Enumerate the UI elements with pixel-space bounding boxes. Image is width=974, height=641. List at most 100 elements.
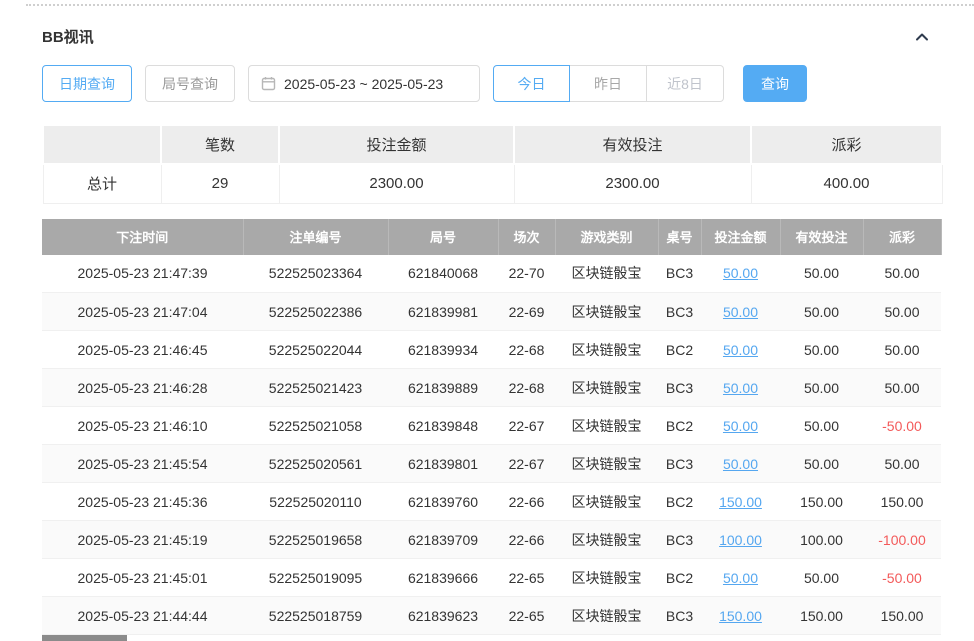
valid-bet: 50.00 [780,331,863,369]
bet-time: 2025-05-23 21:45:01 [42,559,243,597]
game-type: 区块链骰宝 [555,483,658,521]
bet-amount-link[interactable]: 100.00 [719,532,762,548]
last-8-days-button[interactable]: 近8日 [647,65,724,102]
session: 22-70 [498,255,555,293]
summary-header-bet-amount: 投注金额 [279,125,514,164]
yesterday-button[interactable]: 昨日 [570,65,647,102]
table-row: 2025-05-23 21:45:19 522525019658 6218397… [42,521,941,559]
collapse-chevron-icon[interactable] [912,27,932,47]
section-header: BB视讯 [0,6,974,47]
payout-cell: 50.00 [863,255,941,293]
round-id: 621839981 [388,293,498,331]
session: 22-68 [498,369,555,407]
table-row: 2025-05-23 21:45:36 522525020110 6218397… [42,483,941,521]
table-row: 2025-05-23 21:44:44 522525018759 6218396… [42,597,941,635]
bet-amount-link[interactable]: 50.00 [723,304,758,320]
summary-header-count: 笔数 [161,125,279,164]
valid-bet: 50.00 [780,559,863,597]
game-type: 区块链骰宝 [555,331,658,369]
session: 22-66 [498,483,555,521]
round-id: 621839889 [388,369,498,407]
date-range-input[interactable]: 2025-05-23 ~ 2025-05-23 [248,65,480,102]
bet-id: 522525018759 [243,597,388,635]
round-id: 621839666 [388,559,498,597]
bet-amount-link[interactable]: 50.00 [723,380,758,396]
game-type: 区块链骰宝 [555,521,658,559]
round-id: 621839623 [388,597,498,635]
round-query-button[interactable]: 局号查询 [145,65,235,102]
table-row: 2025-05-23 21:47:39 522525023364 6218400… [42,255,941,293]
bet-id: 522525020561 [243,445,388,483]
game-type: 区块链骰宝 [555,369,658,407]
table-row: 2025-05-23 21:45:01 522525019095 6218396… [42,559,941,597]
header-bet-id: 注单编号 [243,219,388,255]
section-title: BB视讯 [42,26,94,47]
header-round-id: 局号 [388,219,498,255]
payout-cell: 150.00 [863,597,941,635]
quick-range-group: 今日 昨日 近8日 [493,65,724,102]
bet-time: 2025-05-23 21:44:44 [42,597,243,635]
round-id: 621839934 [388,331,498,369]
summary-total-payout: 400.00 [751,164,942,203]
header-bet-time: 下注时间 [42,219,243,255]
summary-header-row: 笔数 投注金额 有效投注 派彩 [43,125,942,164]
bet-amount-link[interactable]: 150.00 [719,608,762,624]
bet-id: 522525020110 [243,483,388,521]
round-id: 621839801 [388,445,498,483]
table-no: BC2 [658,559,701,597]
header-session: 场次 [498,219,555,255]
header-game-type: 游戏类别 [555,219,658,255]
header-valid-bet: 有效投注 [780,219,863,255]
bet-amount-link[interactable]: 50.00 [723,456,758,472]
summary-total-valid-bet: 2300.00 [514,164,751,203]
table-no: BC3 [658,293,701,331]
detail-header-row: 下注时间 注单编号 局号 场次 游戏类别 桌号 投注金额 有效投注 派彩 [42,219,941,255]
bet-amount-link[interactable]: 50.00 [723,418,758,434]
bet-amount-link[interactable]: 50.00 [723,342,758,358]
game-type: 区块链骰宝 [555,559,658,597]
round-id: 621839760 [388,483,498,521]
valid-bet: 50.00 [780,369,863,407]
bet-amount-link[interactable]: 50.00 [723,570,758,586]
table-row: 2025-05-23 21:45:54 522525020561 6218398… [42,445,941,483]
payout-cell: 50.00 [863,293,941,331]
table-no: BC3 [658,521,701,559]
header-table-no: 桌号 [658,219,701,255]
table-no: BC3 [658,369,701,407]
bet-id: 522525022044 [243,331,388,369]
valid-bet: 150.00 [780,597,863,635]
payout-cell: -50.00 [863,559,941,597]
bet-id: 522525019658 [243,521,388,559]
bet-id: 522525023364 [243,255,388,293]
session: 22-68 [498,331,555,369]
payout-cell: 150.00 [863,483,941,521]
next-row-partial [42,635,127,641]
round-id: 621840068 [388,255,498,293]
bet-id: 522525021423 [243,369,388,407]
session: 22-65 [498,559,555,597]
search-button[interactable]: 查询 [743,65,807,102]
session: 22-66 [498,521,555,559]
session: 22-69 [498,293,555,331]
calendar-icon [261,76,276,91]
filter-bar: 日期查询 局号查询 2025-05-23 ~ 2025-05-23 今日 昨日 … [42,65,974,102]
table-no: BC2 [658,483,701,521]
payout-cell: -50.00 [863,407,941,445]
bet-amount-link[interactable]: 150.00 [719,494,762,510]
valid-bet: 50.00 [780,293,863,331]
header-bet-amount: 投注金额 [701,219,780,255]
valid-bet: 50.00 [780,255,863,293]
bet-time: 2025-05-23 21:45:54 [42,445,243,483]
today-button[interactable]: 今日 [493,65,570,102]
date-query-button[interactable]: 日期查询 [42,65,132,102]
table-no: BC3 [658,255,701,293]
summary-total-bet-amount: 2300.00 [279,164,514,203]
summary-header-valid-bet: 有效投注 [514,125,751,164]
payout-cell: 50.00 [863,445,941,483]
bet-amount-link[interactable]: 50.00 [723,265,758,281]
valid-bet: 100.00 [780,521,863,559]
table-row: 2025-05-23 21:47:04 522525022386 6218399… [42,293,941,331]
table-no: BC2 [658,331,701,369]
payout-cell: 50.00 [863,331,941,369]
session: 22-65 [498,597,555,635]
